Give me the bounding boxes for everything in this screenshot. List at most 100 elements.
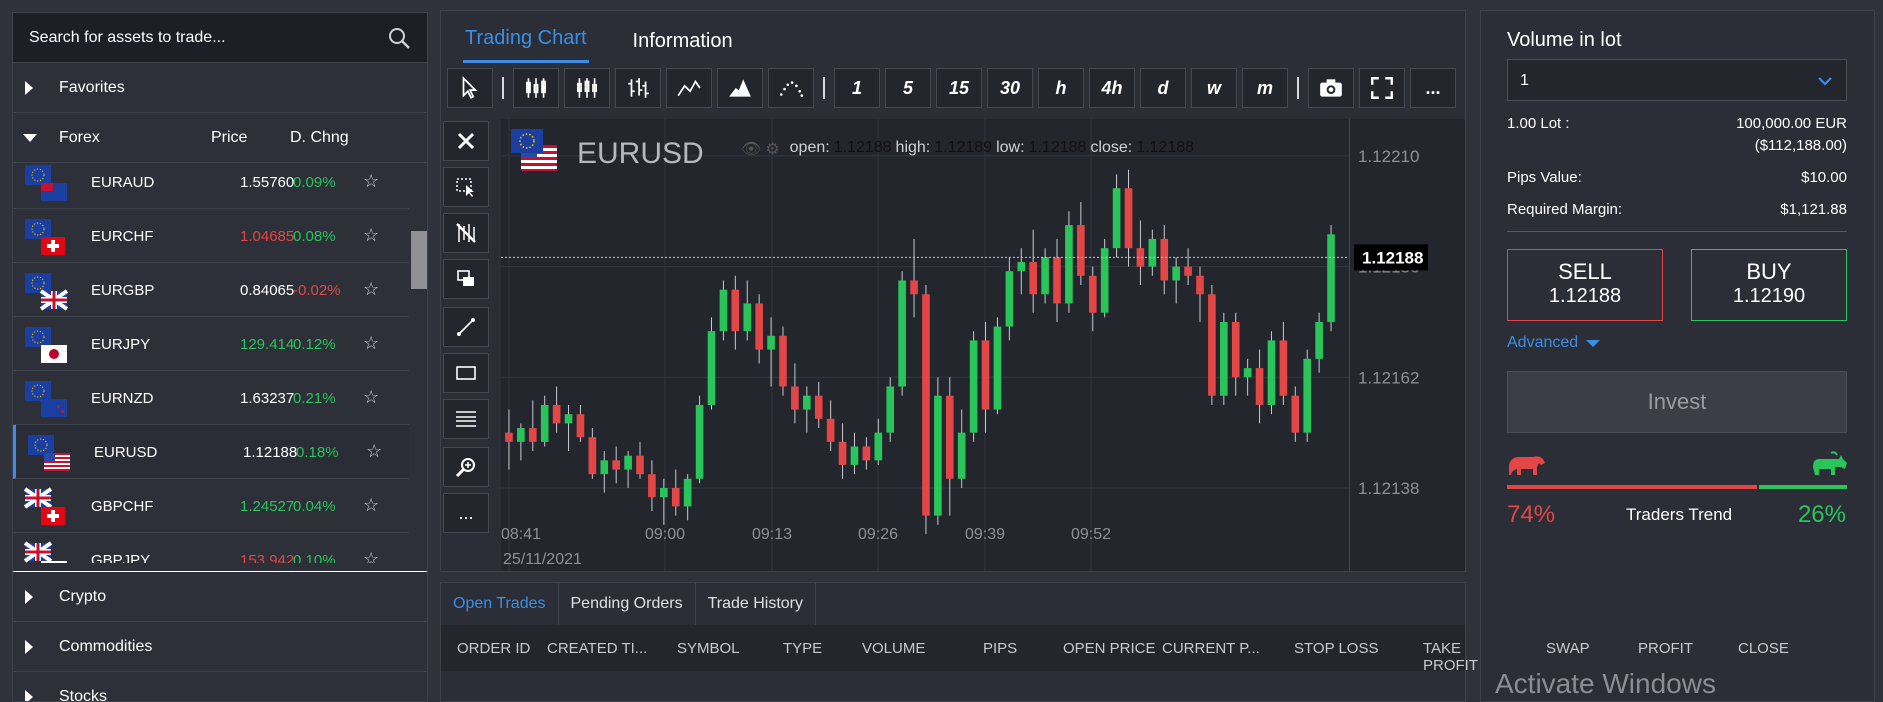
forex-row-euraud[interactable]: EURAUD 1.55760 0.09% ☆ xyxy=(13,163,409,209)
favorite-star-icon[interactable]: ☆ xyxy=(363,495,379,516)
rectangle-tool-button[interactable] xyxy=(443,353,489,393)
favorite-star-icon[interactable]: ☆ xyxy=(363,279,379,300)
timeframe-4h-button[interactable]: 4h xyxy=(1089,68,1135,108)
candle-body xyxy=(1243,368,1252,378)
candlestick-icon xyxy=(525,78,547,98)
timeframe-d-button[interactable]: d xyxy=(1140,68,1186,108)
tab-information[interactable]: Information xyxy=(631,30,735,63)
timeframe-h-button[interactable]: h xyxy=(1038,68,1084,108)
category-stocks[interactable]: Stocks xyxy=(13,672,427,701)
favorite-star-icon[interactable]: ☆ xyxy=(363,333,379,354)
more-drawing-tools-button[interactable]: ... xyxy=(443,493,489,533)
bull-trend-bar xyxy=(1758,485,1847,489)
tab-pending-orders[interactable]: Pending Orders xyxy=(559,583,696,625)
area-chart-button[interactable] xyxy=(717,68,763,108)
candles-button[interactable] xyxy=(513,68,559,108)
candle-body xyxy=(564,414,573,424)
price-axis[interactable]: 1.122101.121861.121621.121381.12188 xyxy=(1349,119,1465,571)
category-forex[interactable]: Forex Price D. Chng xyxy=(13,113,427,163)
favorite-star-icon[interactable]: ☆ xyxy=(363,225,379,246)
eurgbp-flag-icon xyxy=(25,273,69,311)
column-header-9[interactable]: TAKE PROFIT xyxy=(1423,640,1478,674)
screenshot-button[interactable] xyxy=(1308,68,1354,108)
fullscreen-button[interactable] xyxy=(1359,68,1405,108)
category-crypto[interactable]: Crypto xyxy=(13,572,427,622)
list-scrollbar[interactable] xyxy=(411,231,427,289)
y-tick-label: 1.12138 xyxy=(1358,479,1419,498)
fib-tool-button[interactable] xyxy=(443,399,489,439)
euraud-flag-icon xyxy=(25,165,67,201)
select-area-button[interactable] xyxy=(443,167,489,207)
hollow-candles-button[interactable] xyxy=(564,68,610,108)
category-label: Favorites xyxy=(59,78,125,96)
column-header-5[interactable]: PIPS xyxy=(983,640,1017,657)
favorite-star-icon[interactable]: ☆ xyxy=(366,441,382,462)
timeframe-15-button[interactable]: 15 xyxy=(936,68,982,108)
forex-row-eurusd[interactable]: EURUSD 1.12188 0.18% ☆ xyxy=(13,425,409,479)
timeframe-1-button[interactable]: 1 xyxy=(834,68,880,108)
sell-button[interactable]: SELL 1.12188 xyxy=(1507,249,1663,321)
column-header-11[interactable]: PROFIT xyxy=(1638,640,1693,657)
forex-row-gbpjpy[interactable]: GBPJPY 153.942 0.10% ☆ xyxy=(13,533,409,563)
column-header-7[interactable]: CURRENT P... xyxy=(1162,640,1260,657)
more-tools-button[interactable]: ... xyxy=(1410,68,1456,108)
column-header-8[interactable]: STOP LOSS xyxy=(1294,640,1379,657)
category-favorites[interactable]: Favorites xyxy=(13,63,427,113)
volume-value: 1 xyxy=(1520,72,1529,89)
column-header-0[interactable]: ORDER ID xyxy=(457,640,530,657)
remove-indicators-button[interactable] xyxy=(443,213,489,253)
candle-body xyxy=(803,395,811,410)
tab-open-trades[interactable]: Open Trades xyxy=(441,583,559,625)
forex-row-eurchf[interactable]: EURCHF 1.04685 0.08% ☆ xyxy=(13,209,409,263)
timeframe-30-button[interactable]: 30 xyxy=(987,68,1033,108)
volume-select[interactable]: 1 xyxy=(1507,59,1847,101)
cursor-tool-button[interactable] xyxy=(447,68,493,108)
candle-body xyxy=(1231,321,1240,378)
timeframe-w-button[interactable]: w xyxy=(1191,68,1237,108)
column-header-12[interactable]: CLOSE xyxy=(1738,640,1789,657)
line-chart-button[interactable] xyxy=(666,68,712,108)
invest-button[interactable]: Invest xyxy=(1507,371,1847,433)
column-header-4[interactable]: VOLUME xyxy=(862,640,925,657)
column-header-3[interactable]: TYPE xyxy=(783,640,822,657)
advanced-toggle[interactable]: Advanced xyxy=(1507,334,1601,352)
search-input[interactable] xyxy=(29,28,387,47)
column-header-1[interactable]: CREATED TI... xyxy=(547,640,647,657)
bull-percentage: 26% xyxy=(1797,501,1846,528)
favorite-star-icon[interactable]: ☆ xyxy=(363,549,379,563)
advanced-label: Advanced xyxy=(1507,334,1579,351)
timeframe-m-button[interactable]: m xyxy=(1242,68,1288,108)
candle-body xyxy=(910,280,918,295)
forex-row-gbpchf[interactable]: GBPCHF 1.24527 0.04% ☆ xyxy=(13,479,409,533)
candle-body xyxy=(1112,188,1121,249)
eurchf-flag-icon xyxy=(25,219,65,255)
favorite-star-icon[interactable]: ☆ xyxy=(363,387,379,408)
tab-trade-history[interactable]: Trade History xyxy=(696,583,816,625)
column-header-2[interactable]: SYMBOL xyxy=(677,640,740,657)
timeframe-5-button[interactable]: 5 xyxy=(885,68,931,108)
zoom-tool-button[interactable] xyxy=(443,447,489,487)
dots-chart-button[interactable] xyxy=(768,68,814,108)
chart-plot-area[interactable]: 08:41 09:00 09:13 09:26 09:39 09:52 EURUSD 👁 … xyxy=(501,119,1349,571)
remove-drawings-button[interactable] xyxy=(443,121,489,161)
category-commodities[interactable]: Commodities xyxy=(13,622,427,672)
forex-row-eurgbp[interactable]: EURGBP 0.84065 -0.02% ☆ xyxy=(13,263,409,317)
trend-line-button[interactable] xyxy=(443,307,489,347)
candle-body xyxy=(826,418,835,442)
forex-row-eurnzd[interactable]: EURNZD 1.63237 0.21% ☆ xyxy=(13,371,409,425)
ohlc-bars-button[interactable] xyxy=(615,68,661,108)
tab-trading-chart[interactable]: Trading Chart xyxy=(463,27,589,63)
volume-label: Volume in lot xyxy=(1507,29,1622,51)
favorite-star-icon[interactable]: ☆ xyxy=(363,171,379,192)
column-header-10[interactable]: SWAP xyxy=(1546,640,1590,657)
forex-row-eurjpy[interactable]: EURJPY 129.414 0.12% ☆ xyxy=(13,317,409,371)
settings-icon[interactable]: ⚙ xyxy=(765,139,779,159)
search-icon[interactable] xyxy=(387,26,411,50)
clone-button[interactable] xyxy=(443,259,489,299)
candlestick-chart[interactable]: 08:41 09:00 09:13 09:26 09:39 09:52 xyxy=(501,119,1349,571)
column-header-6[interactable]: OPEN PRICE xyxy=(1063,640,1156,657)
x-tick-label: 08:41 xyxy=(501,526,541,543)
candle-body xyxy=(695,404,704,479)
buy-button[interactable]: BUY 1.12190 xyxy=(1691,249,1847,321)
visibility-icon[interactable]: 👁 xyxy=(741,139,761,159)
